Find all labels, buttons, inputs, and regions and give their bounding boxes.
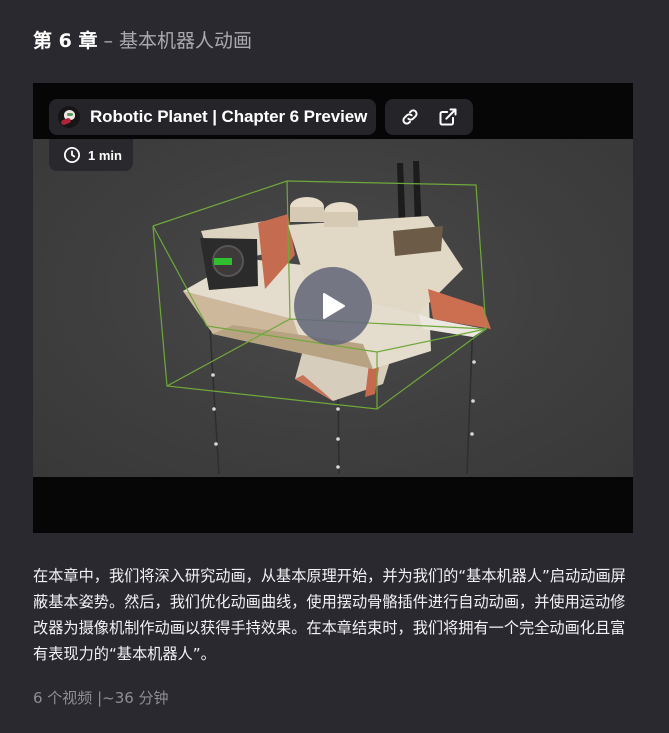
play-button[interactable] [294,267,372,345]
video-title-pill[interactable]: Robotic Planet | Chapter 6 Preview [49,99,377,135]
chapter-heading: 第 6 章 – 基本机器人动画 [33,27,252,55]
chapter-number: 第 6 章 [33,30,98,52]
chapter-meta: 6 个视频 |~36 分钟 [33,689,169,707]
robotic-planet-logo-icon [58,106,80,128]
clock-icon [63,146,81,164]
external-link-icon [439,108,457,126]
video-actions [385,99,473,135]
chapter-subtitle: 基本机器人动画 [119,30,253,52]
play-icon [323,293,345,319]
open-external-button[interactable] [432,101,464,133]
video-player[interactable]: Robotic Planet | Chapter 6 Preview 1 min [33,83,633,533]
duration-badge: 1 min [49,139,133,171]
copy-link-button[interactable] [394,101,426,133]
video-title[interactable]: Robotic Planet | Chapter 6 Preview [90,107,367,127]
link-icon [402,109,418,125]
chapter-separator: – [103,30,114,52]
chapter-description: 在本章中，我们将深入研究动画，从基本原理开始，并为我们的“基本机器人”启动动画屏… [33,567,626,663]
duration-text: 1 min [88,147,122,163]
